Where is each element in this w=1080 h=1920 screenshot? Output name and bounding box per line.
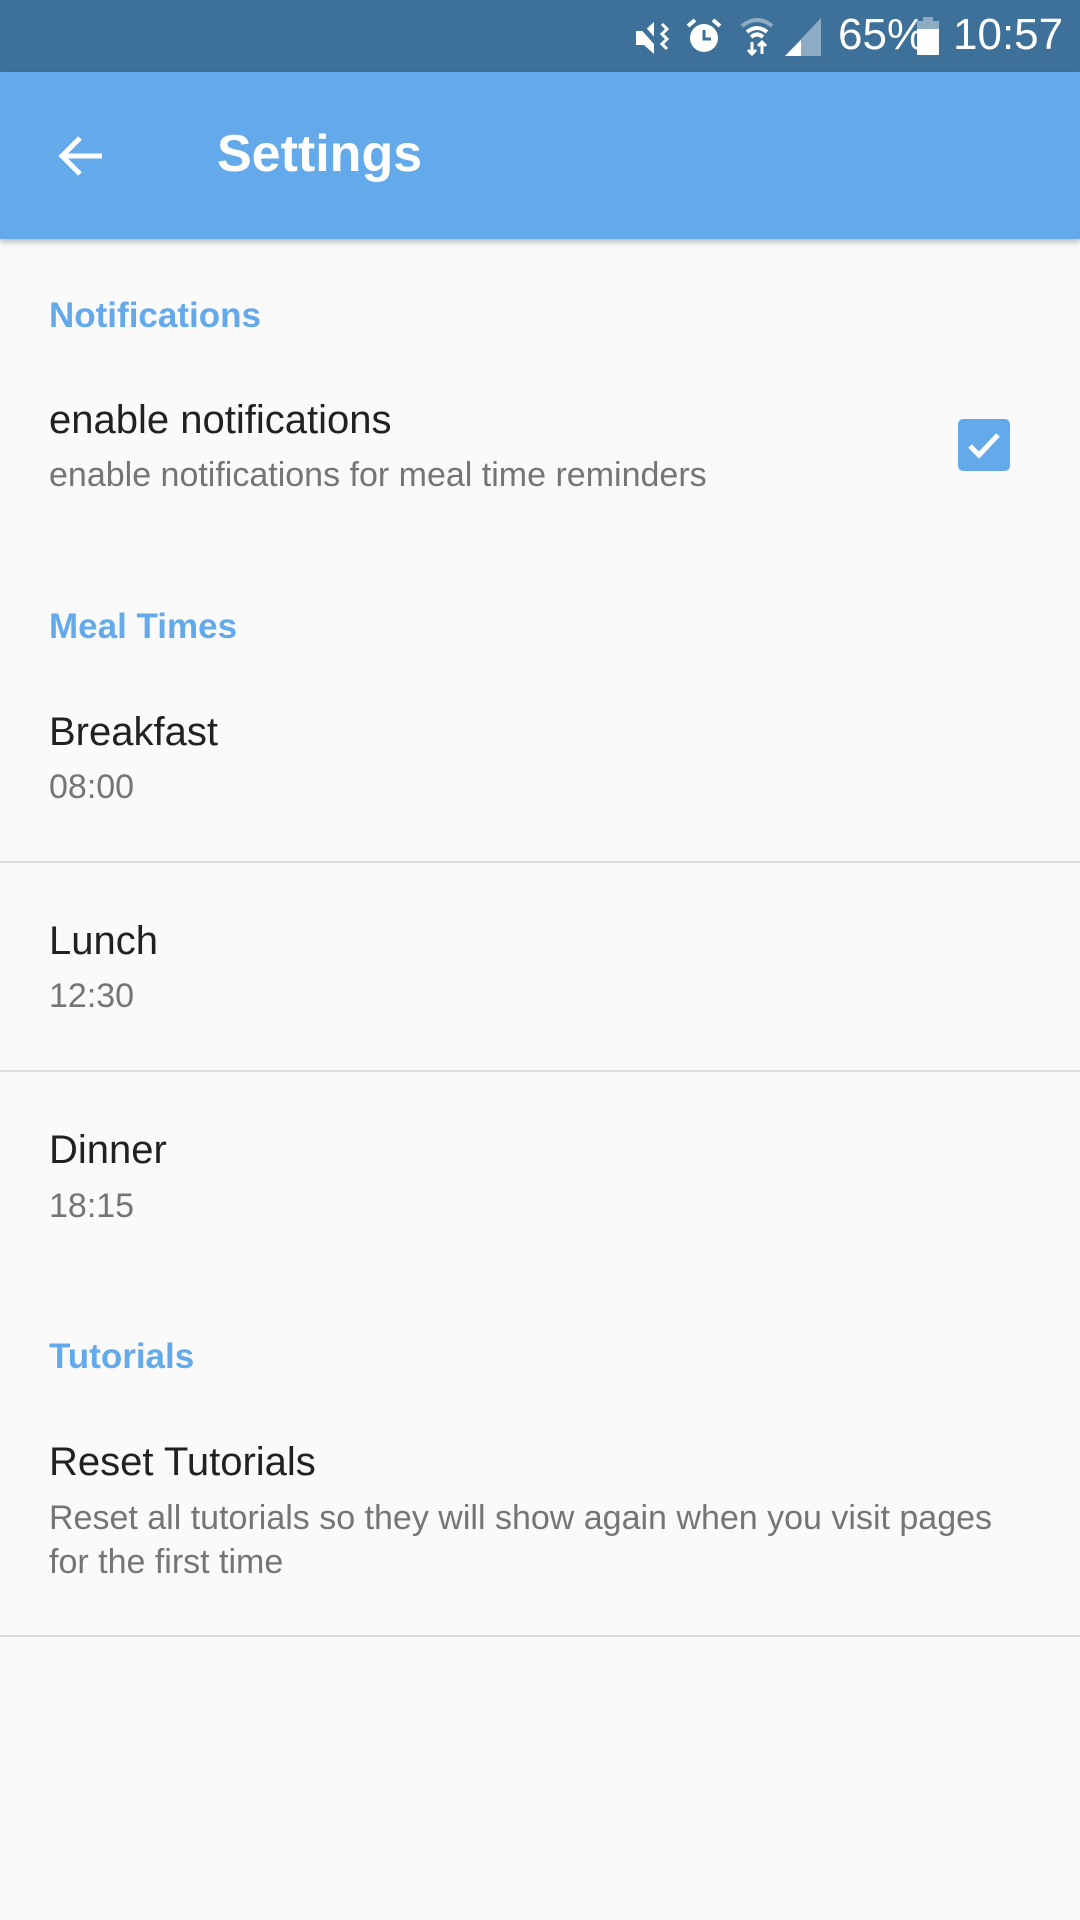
meal-time-lunch[interactable] (0, 863, 1080, 1071)
section-header-meal-times: Meal Times (49, 607, 238, 646)
signal-icon (785, 18, 821, 56)
meal-time-value: 08:00 (49, 768, 135, 806)
mute-icon (634, 18, 670, 56)
clock: 10:57 (953, 10, 1064, 59)
alarm-icon (686, 18, 722, 52)
setting-title: enable notifications (49, 398, 392, 442)
app-bar: Settings (0, 72, 1080, 239)
wifi-icon (740, 18, 774, 56)
checkmark-icon (968, 433, 1000, 459)
setting-summary: Reset all tutorials so they will show ag… (49, 1499, 993, 1581)
section-header-tutorials: Tutorials (49, 1337, 195, 1376)
battery-percent: 65% (838, 10, 927, 59)
battery-icon (917, 17, 939, 55)
enable-notifications-checkbox[interactable] (958, 419, 1010, 471)
arrow-left-icon[interactable] (52, 126, 112, 186)
meal-title: Breakfast (49, 710, 218, 754)
divider (0, 1635, 1080, 1637)
meal-time-value: 12:30 (49, 977, 135, 1015)
meal-time-value: 18:15 (49, 1187, 135, 1225)
status-bar: 65% 10:57 (0, 0, 1080, 72)
section-header-notifications: Notifications (49, 296, 261, 335)
setting-title: Reset Tutorials (49, 1440, 316, 1484)
page-title: Settings (217, 125, 423, 183)
setting-summary: enable notifications for meal time remin… (49, 456, 707, 494)
meal-title: Dinner (49, 1128, 167, 1172)
meal-title: Lunch (49, 919, 158, 963)
